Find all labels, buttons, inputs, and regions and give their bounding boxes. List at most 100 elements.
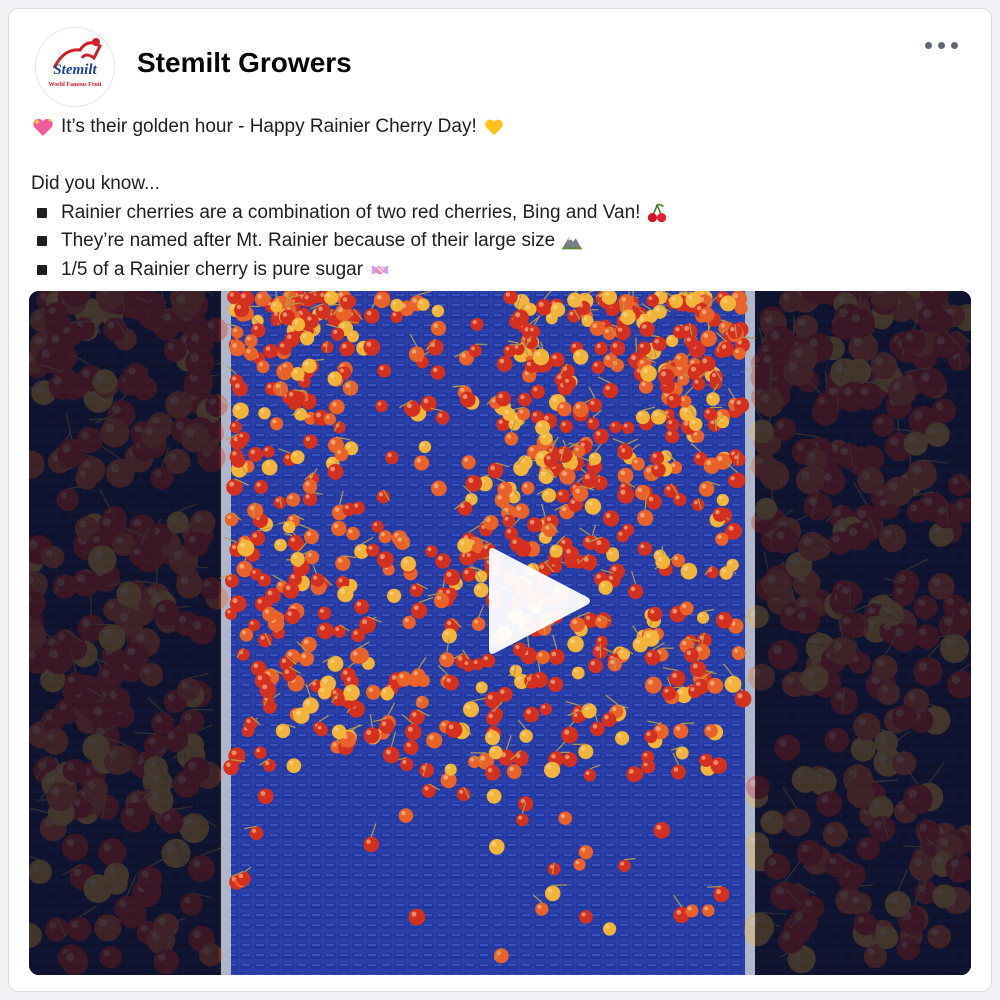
cherry-highlight <box>305 481 310 487</box>
cherry-highlight <box>605 513 611 518</box>
cherry <box>609 421 622 434</box>
cherry-highlight <box>638 412 643 417</box>
cherry <box>635 410 650 425</box>
cherry-highlight <box>702 358 708 364</box>
cherry-highlight <box>285 455 290 460</box>
cherry <box>712 507 728 522</box>
cherry <box>644 729 658 743</box>
cherry <box>331 520 347 537</box>
cherry-highlight <box>472 320 477 325</box>
square-bullet-icon <box>37 207 47 218</box>
cherry-highlight <box>340 588 345 594</box>
page-avatar[interactable]: Stemilt World Famous Fruit <box>35 27 115 107</box>
cherry <box>286 758 302 773</box>
cherry-highlight <box>368 545 373 550</box>
cherry-highlight <box>487 767 493 773</box>
cherry-highlight <box>587 501 593 506</box>
cherry <box>231 326 244 339</box>
fact-item: Rainier cherries are a combination of tw… <box>31 199 971 228</box>
cherry-highlight <box>340 368 344 373</box>
cherry <box>715 611 733 629</box>
cherry-highlight <box>406 742 411 748</box>
cherry-highlight <box>639 343 645 348</box>
cherry-highlight <box>330 439 336 445</box>
cherry <box>317 686 332 700</box>
cherry-highlight <box>260 791 266 796</box>
cherry-highlight <box>706 460 712 466</box>
cherry-highlight <box>285 585 291 591</box>
cherry <box>700 330 717 347</box>
cherry-highlight <box>366 730 372 735</box>
cherry-highlight <box>600 582 606 588</box>
cherry <box>512 309 529 326</box>
cherry-highlight <box>499 484 505 489</box>
cherry-highlight <box>265 346 271 351</box>
cherry <box>244 716 258 731</box>
cherry-highlight <box>226 762 231 767</box>
cherry-highlight <box>227 576 232 581</box>
cherry <box>461 567 477 582</box>
play-icon[interactable] <box>479 541 599 661</box>
cherry-highlight <box>464 457 469 462</box>
page-name[interactable]: Stemilt Growers <box>137 47 352 79</box>
cherry <box>327 463 344 480</box>
cherry-highlight <box>446 571 452 577</box>
cherry <box>637 541 652 556</box>
cherry-highlight <box>462 394 468 400</box>
cherry-highlight <box>673 767 679 772</box>
cherry <box>376 551 394 568</box>
cherry-highlight <box>229 481 235 487</box>
cherry-highlight <box>366 310 372 316</box>
cherry <box>571 666 585 680</box>
cherry-highlight <box>235 383 240 389</box>
cherry-highlight <box>684 326 690 331</box>
cherry-highlight <box>285 522 289 527</box>
cherry-highlight <box>287 334 292 339</box>
cherry-highlight <box>682 641 687 646</box>
cherry <box>282 667 297 682</box>
cherry-highlight <box>691 419 696 424</box>
cherry <box>291 317 306 332</box>
cherry-highlight <box>332 402 337 407</box>
mountain-icon <box>562 236 583 250</box>
cherry-highlight <box>643 752 648 757</box>
cherry <box>703 407 717 421</box>
cherry-highlight <box>272 419 277 424</box>
cherry <box>532 348 550 366</box>
cherry <box>485 730 500 746</box>
cherry-highlight <box>379 554 385 560</box>
cherry <box>430 320 447 336</box>
cherry-highlight <box>546 517 552 522</box>
cherry-stem <box>707 885 722 888</box>
cherry-highlight <box>675 495 680 500</box>
cherry <box>303 492 318 506</box>
cherry-highlight <box>690 360 695 364</box>
cherry-highlight <box>569 311 574 316</box>
cherry-highlight <box>227 515 232 519</box>
cherry <box>502 407 516 421</box>
cherry <box>542 523 557 538</box>
cherry <box>254 480 269 494</box>
cherry-highlight <box>635 639 640 645</box>
cherry-highlight <box>468 478 474 483</box>
headline-line: It’s their golden hour - Happy Rainier C… <box>31 113 971 142</box>
cherry-highlight <box>546 764 552 770</box>
cherry-highlight <box>730 400 734 404</box>
cherry-highlight <box>621 296 627 302</box>
cherry <box>286 492 301 507</box>
cherry <box>561 726 579 744</box>
cherry <box>539 703 552 716</box>
cherry <box>707 677 724 694</box>
video-player[interactable] <box>29 291 971 975</box>
cherry <box>538 468 554 485</box>
more-options-button[interactable] <box>921 31 961 59</box>
cherry-stem <box>349 380 352 395</box>
cherry-highlight <box>246 719 251 724</box>
cherry <box>572 401 589 418</box>
cherry-highlight <box>368 687 373 692</box>
cherry-highlight <box>322 678 328 684</box>
cherry-highlight <box>467 495 472 499</box>
cherry-highlight <box>735 349 739 354</box>
cherry <box>439 652 455 668</box>
